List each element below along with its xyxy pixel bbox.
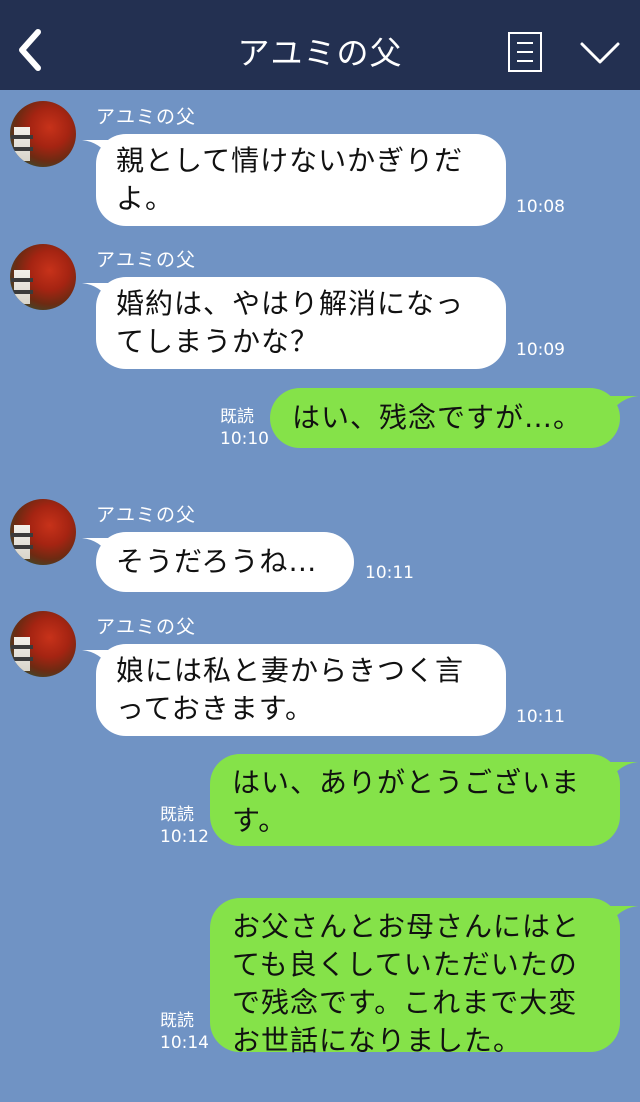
bubble-tail: [82, 650, 110, 668]
bubble-tail: [610, 906, 638, 924]
message-text: そうだろうね…: [116, 545, 318, 578]
sender-name: アユミの父: [96, 106, 197, 128]
bubble-tail: [82, 140, 110, 158]
outgoing-message-bubble[interactable]: お父さんとお母さんにはとても良くしていただいたので残念です。これまで大変お世話に…: [210, 898, 638, 1057]
message-time: 10:12: [160, 827, 209, 847]
avatar[interactable]: [10, 101, 76, 167]
avatar[interactable]: [10, 499, 76, 565]
avatar[interactable]: [10, 244, 76, 310]
chevron-down-icon[interactable]: [578, 38, 622, 68]
outgoing-message-bubble[interactable]: はい、残念ですが…。: [270, 388, 638, 448]
message-time: 10:11: [516, 707, 565, 727]
read-receipt: 既読: [160, 1011, 194, 1031]
message-text: はい、ありがとうございます。: [232, 766, 581, 837]
outgoing-message-bubble[interactable]: はい、ありがとうございます。: [210, 754, 638, 846]
bubble-tail: [610, 762, 638, 780]
sender-name: アユミの父: [96, 616, 197, 638]
message-text: お父さんとお母さんにはとても良くしていただいたので残念です。これまで大変お世話に…: [232, 910, 581, 1057]
read-receipt: 既読: [220, 407, 254, 427]
bubble-tail: [82, 538, 110, 556]
bubble-tail: [82, 283, 110, 301]
message-text: 婚約は、やはり解消になってしまうかな？: [116, 287, 465, 358]
message-time: 10:08: [516, 197, 565, 217]
incoming-message-bubble[interactable]: そうだろうね…: [82, 532, 354, 592]
message-time: 10:11: [365, 563, 414, 583]
message-text: 親として情けないかぎりだよ。: [116, 144, 464, 215]
incoming-message-bubble[interactable]: 婚約は、やはり解消になってしまうかな？: [82, 277, 506, 369]
avatar[interactable]: [10, 611, 76, 677]
sender-name: アユミの父: [96, 504, 197, 526]
message-time: 10:10: [220, 429, 269, 449]
sender-name: アユミの父: [96, 249, 197, 271]
message-text: 娘には私と妻からきつく言っておきます。: [116, 654, 465, 725]
incoming-message-bubble[interactable]: 親として情けないかぎりだよ。: [82, 134, 506, 226]
chat-title: アユミの父: [237, 34, 403, 72]
message-time: 10:09: [516, 340, 565, 360]
bubble-tail: [610, 396, 638, 414]
menu-list-icon[interactable]: [508, 32, 542, 72]
message-text: はい、残念ですが…。: [292, 401, 583, 434]
message-time: 10:14: [160, 1033, 209, 1053]
chat-header: アユミの父: [0, 0, 640, 90]
incoming-message-bubble[interactable]: 娘には私と妻からきつく言っておきます。: [82, 644, 506, 736]
read-receipt: 既読: [160, 805, 194, 825]
